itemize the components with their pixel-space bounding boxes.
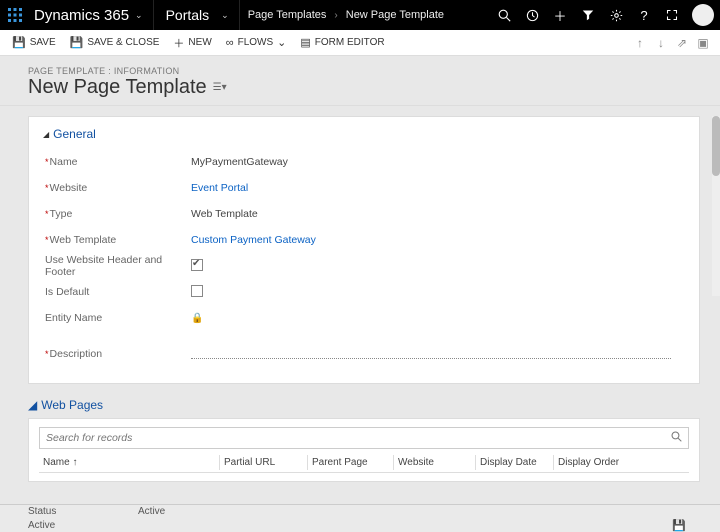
label-website: Website [43,182,191,194]
title-menu-icon[interactable]: ☰▾ [213,82,227,93]
top-nav: Dynamics 365 ⌄ Portals ⌄ Page Templates … [0,0,720,30]
save-icon: 💾 [12,36,26,49]
label-web-template: Web Template [43,234,191,246]
checkbox-use-header-footer[interactable] [191,259,203,271]
form-editor-label: FORM EDITOR [315,37,385,48]
form-editor-button[interactable]: ▤ FORM EDITOR [296,34,388,51]
gear-icon[interactable] [602,0,630,30]
save-label: SAVE [30,37,56,48]
popup-icon[interactable]: ⇗ [673,34,691,52]
brand-dropdown-icon[interactable]: ⌄ [135,10,153,21]
search-icon-small[interactable] [671,431,682,445]
section-dropdown-icon[interactable]: ⌄ [221,10,239,21]
lock-icon: 🔒 [191,313,203,324]
breadcrumb-page-templates[interactable]: Page Templates [240,9,335,21]
plus-icon-small: ＋ [173,35,184,51]
webpages-panel: Name ↑ Partial URL Parent Page Website D… [28,418,700,482]
status-bar: Status Active Active 💾 [0,504,720,532]
content-area: ◢ General Name MyPaymentGateway Website … [0,106,720,504]
status-label: Status [28,506,138,517]
save-close-button[interactable]: 💾SAVE & CLOSE [66,34,164,51]
avatar[interactable] [692,4,714,26]
search-input[interactable] [46,432,671,444]
checkbox-is-default[interactable] [191,285,203,297]
label-name: Name [43,156,191,168]
search-input-wrap [39,427,689,449]
scrollbar[interactable] [712,116,720,296]
command-bar: 💾SAVE 💾SAVE & CLOSE ＋NEW ∞FLOWS⌄ ▤FORM E… [0,30,720,56]
general-panel: ◢ General Name MyPaymentGateway Website … [28,116,700,384]
filter-icon[interactable] [574,0,602,30]
new-label: NEW [188,37,211,48]
new-button[interactable]: ＋ NEW [169,33,215,53]
webpages-collapse-icon[interactable]: ◢ [28,398,37,412]
save-button[interactable]: 💾 SAVE [8,34,60,51]
section-portals[interactable]: Portals [154,7,222,23]
general-collapse-icon[interactable]: ◢ [43,130,49,139]
chevron-down-icon: ⌄ [277,36,286,49]
page-title: New Page Template [28,76,207,99]
expand-icon[interactable]: ▣ [694,34,712,52]
flow-icon: ∞ [226,37,234,49]
col-display-date[interactable]: Display Date [475,455,553,470]
field-web-template[interactable]: Custom Payment Gateway [191,234,685,246]
search-icon[interactable] [490,0,518,30]
label-entity-name: Entity Name [43,312,191,324]
down-arrow-icon[interactable]: ↓ [652,34,670,52]
breadcrumb-new-page-template[interactable]: New Page Template [338,9,452,21]
grid-header: Name ↑ Partial URL Parent Page Website D… [39,455,689,473]
flows-label: FLOWS [238,37,274,48]
label-description: Description [43,348,191,360]
status-value: Active [138,506,165,517]
general-heading: General [53,127,96,141]
form-pretitle: PAGE TEMPLATE : INFORMATION [28,66,702,76]
form-header: PAGE TEMPLATE : INFORMATION New Page Tem… [0,56,720,106]
plus-icon[interactable]: ＋ [546,0,574,30]
help-icon[interactable]: ? [630,0,658,30]
col-partial-url[interactable]: Partial URL [219,455,307,470]
status-save-icon[interactable]: 💾 [672,519,692,532]
fullscreen-icon[interactable] [658,0,686,30]
status-secondary-label: Active [28,520,138,531]
field-type[interactable]: Web Template [191,208,685,220]
save-close-label: SAVE & CLOSE [87,37,159,48]
brand-label[interactable]: Dynamics 365 [30,7,135,24]
col-parent-page[interactable]: Parent Page [307,455,393,470]
scrollbar-thumb[interactable] [712,116,720,176]
save-close-icon: 💾 [70,36,84,49]
col-display-order[interactable]: Display Order [553,455,689,470]
field-website[interactable]: Event Portal [191,182,685,194]
field-name[interactable]: MyPaymentGateway [191,156,685,168]
clock-icon[interactable] [518,0,546,30]
webpages-heading: Web Pages [41,398,103,412]
col-website[interactable]: Website [393,455,475,470]
col-name[interactable]: Name ↑ [39,455,219,470]
flows-button[interactable]: ∞ FLOWS⌄ [222,34,291,51]
field-description[interactable] [191,356,671,359]
label-is-default: Is Default [43,286,191,298]
label-type: Type [43,208,191,220]
label-use-header-footer: Use Website Header and Footer [43,254,191,278]
waffle-icon[interactable] [0,0,30,30]
up-arrow-icon[interactable]: ↑ [631,34,649,52]
form-editor-icon: ▤ [300,36,310,49]
